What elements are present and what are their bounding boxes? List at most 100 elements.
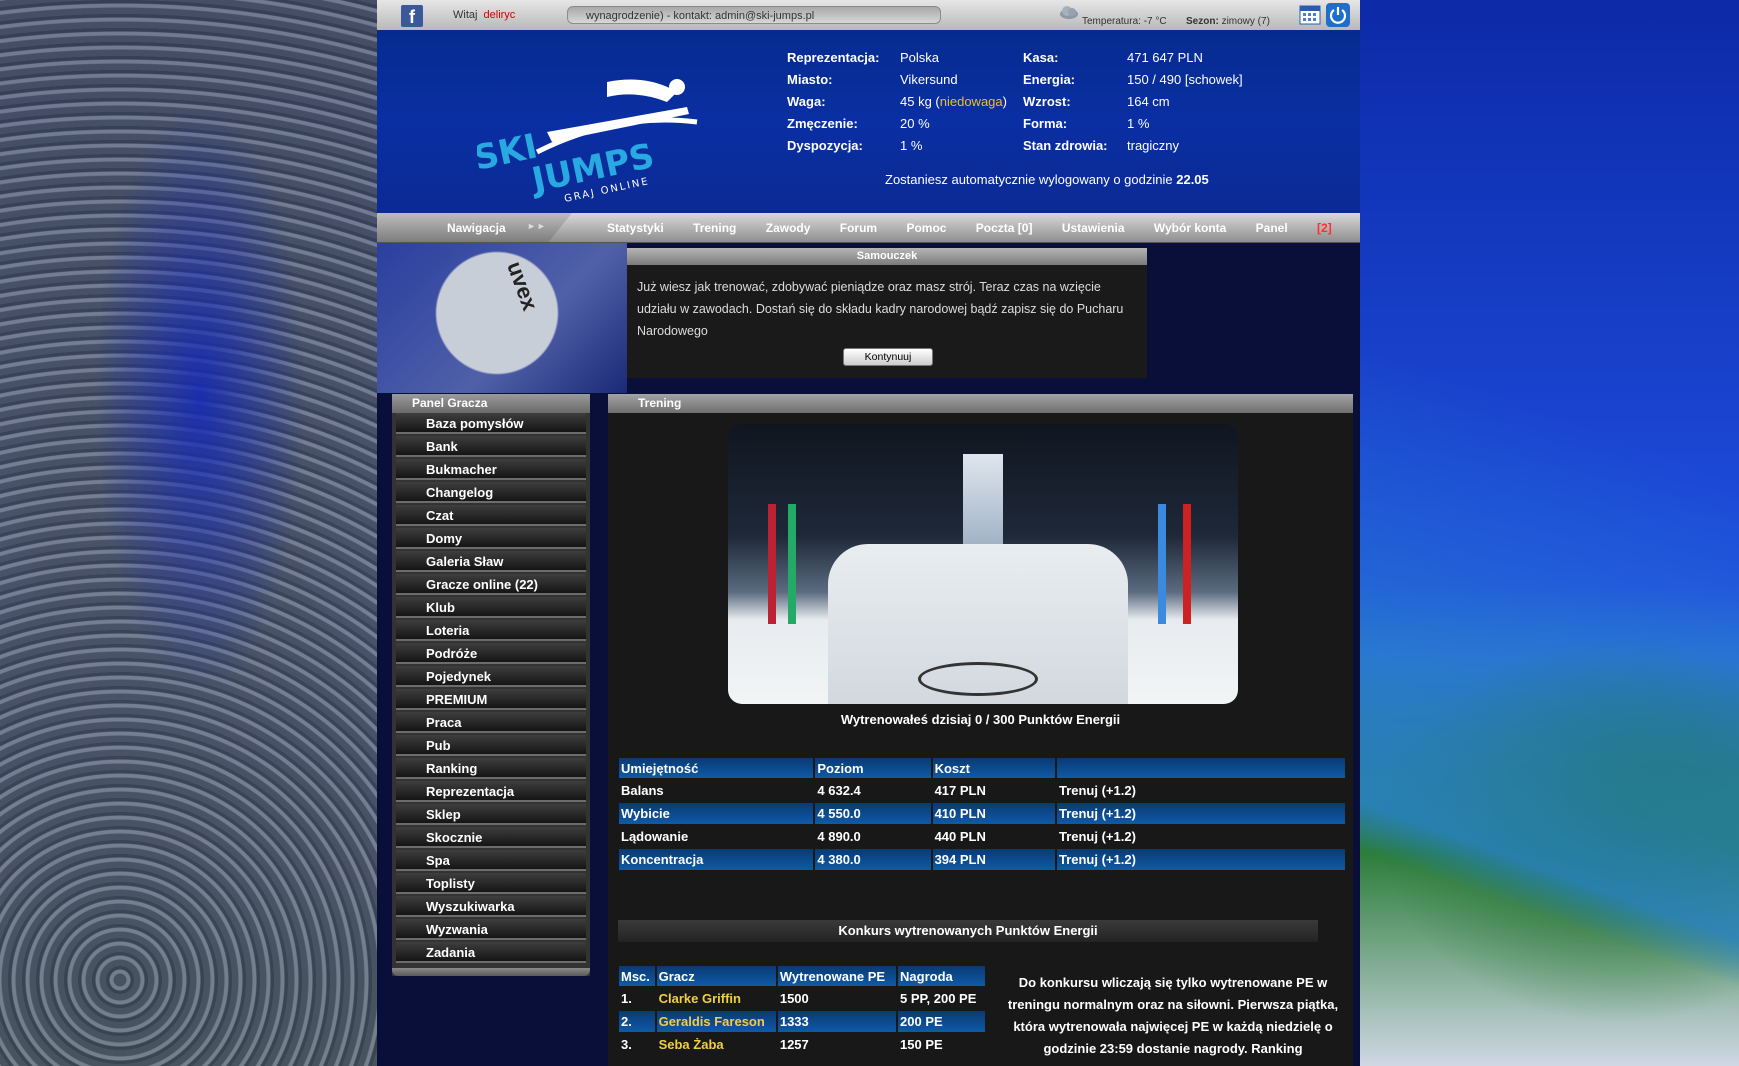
nav-item-panel[interactable]: Panel [2] [1256, 221, 1358, 235]
weight-note: niedowaga [939, 94, 1003, 109]
header-action [1056, 758, 1345, 778]
rank-prize: 5 PP, 200 PE [900, 991, 977, 1006]
player-panel-item[interactable]: Podróże [396, 643, 586, 664]
player-panel-item[interactable]: Gracze online (22) [396, 574, 586, 595]
logout-power-icon[interactable] [1326, 3, 1350, 27]
stat-weight: 45 kg (niedowaga) [900, 94, 1007, 109]
skill-cost: 410 PLN [932, 803, 1055, 824]
rank-player-link[interactable]: Geraldis Fareson [656, 1011, 776, 1032]
player-panel-item[interactable]: Bank [396, 436, 586, 457]
header-player: Gracz [656, 966, 776, 986]
panel-label: Panel [1255, 221, 1288, 235]
player-panel-item[interactable]: Loteria [396, 620, 586, 641]
continue-button[interactable]: Kontynuuj [843, 348, 933, 366]
nav-item-poczta[interactable]: Poczta [0] [976, 221, 1033, 235]
train-link[interactable]: Trenuj (+1.2) [1056, 849, 1345, 870]
player-panel-item[interactable]: Galeria Sław [396, 551, 586, 572]
news-ticker: wynagrodzenie) - kontakt: admin@ski-jump… [567, 6, 941, 24]
skill-cost: 417 PLN [934, 783, 986, 798]
nav-item-zawody[interactable]: Zawody [766, 221, 811, 235]
photo-hill-logo [918, 662, 1038, 696]
player-panel-item[interactable]: Wyzwania [396, 919, 586, 940]
nav-item-forum[interactable]: Forum [840, 221, 877, 235]
rank-player-link[interactable]: Seba Żaba [657, 1034, 776, 1055]
season-label: Sezon: [1186, 16, 1219, 27]
train-link[interactable]: Trenuj (+1.2) [1057, 826, 1345, 847]
rank-pe: 1257 [779, 1037, 809, 1052]
rank-prize: 200 PE [898, 1011, 985, 1032]
rank-pe: 1500 [779, 991, 809, 1006]
header-prize: Nagroda [898, 966, 985, 986]
stat-label: Energia: [1023, 72, 1076, 87]
player-panel-item[interactable]: Reprezentacja [396, 781, 586, 802]
player-panel-item[interactable]: Baza pomysłów [396, 413, 586, 434]
nav-item-wybor-konta[interactable]: Wybór konta [1154, 221, 1226, 235]
header-pe: Wytrenowane PE [777, 966, 897, 986]
photo-tower [963, 454, 1003, 549]
table-row: 2. Geraldis Fareson 1333 200 PE [619, 1011, 985, 1032]
stat-energy[interactable]: 150 / 490 [schowek] [1127, 72, 1243, 87]
auto-logout-note: Zostaniesz automatycznie wylogowany o go… [885, 172, 1209, 187]
training-panel: Trening Wytrenowałeś dzisiaj 0 / 300 Pun… [608, 394, 1353, 1066]
nav-item-statystyki[interactable]: Statystyki [607, 221, 664, 235]
nav-item-ustawienia[interactable]: Ustawienia [1062, 221, 1125, 235]
header-place: Msc. [619, 966, 655, 986]
player-panel-item[interactable]: Skocznie [396, 827, 586, 848]
train-link[interactable]: Trenuj (+1.2) [1056, 803, 1345, 824]
player-panel-item[interactable]: Klub [396, 597, 586, 618]
player-panel: Panel Gracza Baza pomysłów Bank Bukmacher C… [392, 394, 590, 976]
player-panel-item[interactable]: Bukmacher [396, 459, 586, 480]
tutorial-box: Samouczek Już wiesz jak trenować, zdobyw… [627, 248, 1147, 378]
contest-rules-note: Do konkursu wliczają się tylko wytrenowa… [1007, 975, 1339, 1056]
ranking-header-row: Msc. Gracz Wytrenowane PE Nagroda [619, 966, 985, 986]
player-panel-item[interactable]: Changelog [396, 482, 586, 503]
stat-label: Zmęczenie: [787, 116, 858, 131]
page-container: f Witaj deliryc wynagrodzenie) - kontakt… [377, 0, 1360, 1066]
logout-time: 22.05 [1176, 172, 1209, 187]
stat-cash: 471 647 PLN [1127, 50, 1203, 65]
stat-representation: Polska [900, 50, 940, 65]
stat-form: 1 % [1127, 116, 1150, 131]
photo-flag [1158, 504, 1166, 624]
skill-name: Balans [621, 783, 664, 798]
player-panel-item[interactable]: Toplisty [396, 873, 586, 894]
skill-cost: 394 PLN [932, 849, 1055, 870]
ski-jumps-logo[interactable]: SKI JUMPS GRAJ ONLINE [477, 52, 707, 202]
player-panel-item[interactable]: PREMIUM [396, 689, 586, 710]
skills-table: Umiejętność Poziom Koszt Balans 4 632.4 … [617, 756, 1347, 872]
username-link[interactable]: deliryc [484, 9, 516, 21]
table-row: 3. Seba Żaba 1257 150 PE [619, 1034, 985, 1055]
calendar-icon[interactable] [1299, 3, 1321, 25]
player-panel-item[interactable]: Spa [396, 850, 586, 871]
rank-player-link[interactable]: Clarke Griffin [657, 988, 776, 1009]
stat-label: Waga: [787, 94, 826, 109]
player-panel-item[interactable]: Sklep [396, 804, 586, 825]
skill-level: 4 380.0 [815, 849, 931, 870]
ski-jump-hill-photo [728, 424, 1238, 704]
rank-place: 3. [621, 1037, 632, 1052]
player-panel-item[interactable]: Pojedynek [396, 666, 586, 687]
player-panel-item[interactable]: Praca [396, 712, 586, 733]
nav-toggle[interactable]: Nawigacja ►► [377, 213, 572, 242]
header: SKI JUMPS GRAJ ONLINE Reprezentacja: Pol… [377, 30, 1360, 213]
training-title: Trening [608, 394, 1353, 413]
weight-paren: ) [1002, 94, 1007, 109]
contest-ranking-table: Msc. Gracz Wytrenowane PE Nagroda 1. Cla… [617, 964, 987, 1057]
player-panel-item[interactable]: Pub [396, 735, 586, 756]
table-row: 1. Clarke Griffin 1500 5 PP, 200 PE [619, 988, 985, 1009]
nav-item-trening[interactable]: Trening [693, 221, 736, 235]
player-panel-item[interactable]: Ranking [396, 758, 586, 779]
player-panel-item[interactable]: Czat [396, 505, 586, 526]
player-panel-item[interactable]: Zadania [396, 942, 586, 963]
player-panel-item[interactable]: Domy [396, 528, 586, 549]
rank-place: 1. [621, 991, 632, 1006]
train-link[interactable]: Trenuj (+1.2) [1057, 780, 1345, 801]
main-navigation: Nawigacja ►► Statystyki Trening Zawody F… [377, 213, 1360, 243]
player-panel-item[interactable]: Wyszukiwarka [396, 896, 586, 917]
tutorial-text: Już wiesz jak trenować, zdobywać pieniąd… [637, 280, 1124, 338]
nav-item-pomoc[interactable]: Pomoc [906, 221, 946, 235]
facebook-icon[interactable]: f [401, 5, 423, 27]
tutorial-title: Samouczek [627, 248, 1147, 265]
welcome-label: Witaj [453, 9, 478, 21]
skill-level: 4 632.4 [817, 783, 861, 798]
